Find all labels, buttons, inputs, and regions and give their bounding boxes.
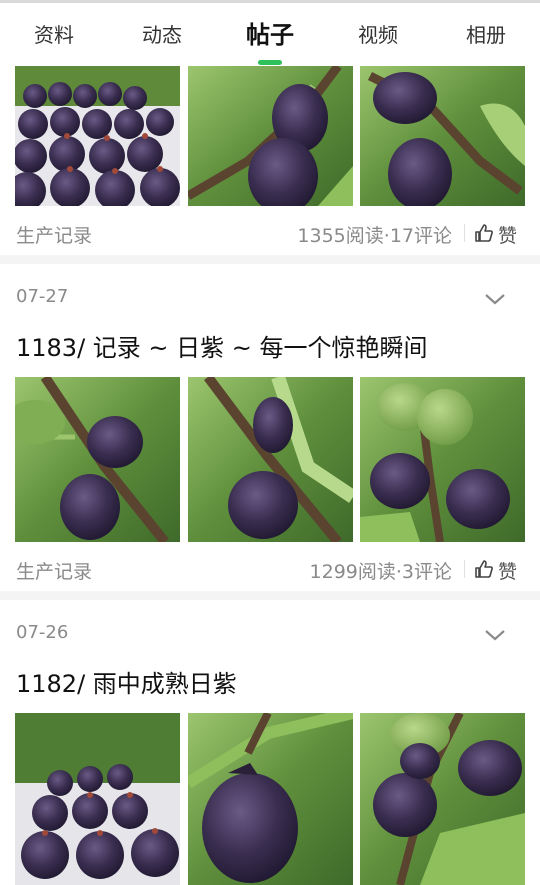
fig-cluster-photo[interactable] [360, 377, 525, 542]
fig-on-branch-photo[interactable] [15, 377, 180, 542]
post-stats: 1355阅读·17评论 [297, 225, 452, 247]
post-category[interactable]: 生产记录 [16, 221, 92, 248]
like-button[interactable]: 赞 [464, 219, 526, 247]
fig-tray-photo[interactable] [15, 713, 180, 885]
thumbs-up-icon [475, 560, 493, 578]
like-separator [464, 224, 465, 242]
chevron-down-icon[interactable] [483, 291, 507, 307]
tab-videos[interactable]: 视频 [346, 18, 410, 52]
fig-on-branch-photo[interactable] [188, 66, 353, 206]
post-date: 07-27 [16, 286, 69, 307]
thumbs-up-icon [475, 224, 493, 242]
post-stats: 1299阅读·3评论 [309, 561, 452, 583]
like-button[interactable]: 赞 [464, 555, 526, 583]
post-divider [0, 591, 540, 600]
chevron-down-icon[interactable] [483, 627, 507, 643]
tab-moments[interactable]: 动态 [130, 18, 194, 52]
tab-posts[interactable]: 帖子 [238, 18, 302, 52]
post-meta-row: 生产记录 1355阅读·17评论 赞 [0, 215, 540, 251]
like-label: 赞 [498, 561, 518, 583]
fig-tray-photo[interactable] [15, 66, 180, 206]
post-title[interactable]: 1183/ 记录 ~ 日紫 ~ 每一个惊艳瞬间 [16, 328, 428, 363]
tab-bar: 资料 动态 帖子 视频 相册 [0, 0, 540, 66]
post-meta-row: 生产记录 1299阅读·3评论 赞 [0, 551, 540, 587]
post-title[interactable]: 1182/ 雨中成熟日紫 [16, 664, 237, 699]
post-photo-row [15, 713, 525, 885]
active-tab-indicator [258, 60, 282, 65]
tab-profile[interactable]: 资料 [22, 18, 86, 52]
fig-on-branch-photo[interactable] [188, 377, 353, 542]
top-edge [0, 0, 540, 3]
post-divider [0, 255, 540, 264]
tab-album[interactable]: 相册 [454, 18, 518, 52]
fig-on-branch-photo[interactable] [360, 66, 525, 206]
like-label: 赞 [498, 225, 518, 247]
single-fig-photo[interactable] [188, 713, 353, 885]
fig-cluster-photo[interactable] [360, 713, 525, 885]
post-photo-row [15, 66, 525, 206]
like-separator [464, 560, 465, 578]
post-photo-row [15, 377, 525, 542]
post-category[interactable]: 生产记录 [16, 557, 92, 584]
post-date: 07-26 [16, 622, 69, 643]
